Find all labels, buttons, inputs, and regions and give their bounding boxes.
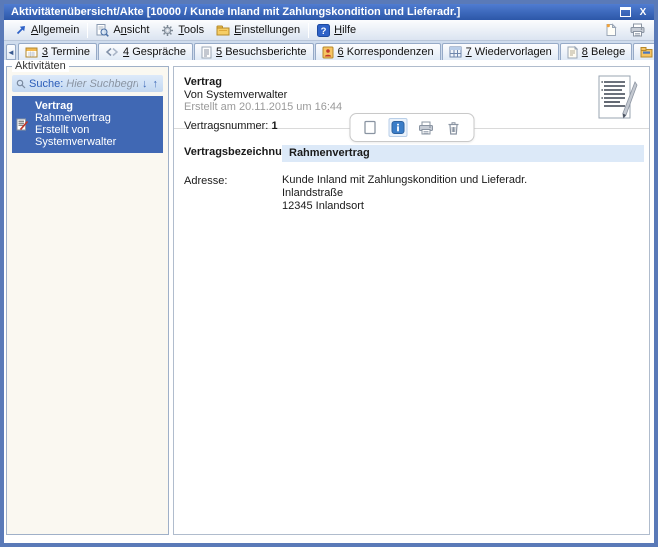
contract-created: Erstellt am 20.11.2015 um 16:44 <box>184 101 343 113</box>
receipt-icon <box>567 45 578 59</box>
activity-item-subtitle: Rahmenvertrag <box>35 112 111 124</box>
search-label: Suche: <box>29 77 64 90</box>
menu-bar-items: Allgemein Ansicht Tools Einstellungen? Hilfe <box>9 20 362 40</box>
close-icon: X <box>639 6 647 18</box>
activity-item-meta: Erstellt von Systemverwalter <box>35 124 117 148</box>
menu-item-label: Tools <box>178 24 205 36</box>
print-icon <box>418 121 433 135</box>
field-label: Vertragsbezeichnung: <box>184 146 299 158</box>
app-window: Aktivitätenübersicht/Akte [10000 / Kunde… <box>0 0 658 547</box>
search-prev-button[interactable]: ↑ <box>152 78 160 90</box>
tab-9-projekte[interactable]: 9 Projekte <box>633 43 654 60</box>
tab-bar: ◄ 3 Termine 4 Gespräche 5 Besuchsberichte 6… <box>4 41 654 60</box>
menu-item-label: Einstellungen <box>234 24 301 36</box>
field-row-vertragsbezeichnung: Vertragsbezeichnung: Rahmenvertrag <box>184 145 644 162</box>
menu-item-allgemein[interactable]: Allgemein <box>9 22 85 38</box>
field-value-line: Kunde Inland mit Zahlungskondition und L… <box>282 174 528 186</box>
arrow-ne-icon <box>15 24 27 36</box>
search-icon <box>16 79 26 89</box>
settings-folder-icon <box>216 24 230 36</box>
svg-text:?: ? <box>321 26 327 37</box>
tab-7-wiedervorlagen[interactable]: 7 Wiedervorlagen <box>441 43 559 60</box>
contract-author: Von Systemverwalter <box>184 89 288 101</box>
new-document-icon <box>605 23 617 37</box>
activity-item-text: Vertrag Rahmenvertrag Erstellt von Systemv… <box>35 100 159 148</box>
reminder-icon <box>449 46 462 58</box>
contract-icon <box>16 100 29 148</box>
info-button[interactable] <box>388 118 407 137</box>
view-icon <box>96 23 110 37</box>
window-title: Aktivitätenübersicht/Akte [10000 / Kunde… <box>11 6 461 18</box>
field-value-line: Inlandstraße <box>282 187 344 199</box>
title-bar: Aktivitätenübersicht/Akte [10000 / Kunde… <box>4 4 654 20</box>
search-placeholder: Hier Suchbegriff eingeben ... <box>66 77 138 90</box>
contract-detail-panel: Vertrag Von Systemverwalter Erstellt am … <box>173 66 650 535</box>
talk-icon <box>105 47 119 57</box>
activity-item-title: Vertrag <box>35 100 73 112</box>
tab-label: 7 Wiedervorlagen <box>465 46 552 58</box>
field-row-adresse: Adresse: Kunde Inland mit Zahlungskonditi… <box>184 174 644 213</box>
menu-bar: Allgemein Ansicht Tools Einstellungen? Hilfe <box>4 20 654 41</box>
calendar-icon <box>25 46 38 58</box>
menu-item-label: Hilfe <box>334 24 357 36</box>
tab-6-korrespondenzen[interactable]: 6 Korrespondenzen <box>314 43 441 60</box>
tab-label: 8 Belege <box>581 46 626 58</box>
menu-item-einstellungen[interactable]: Einstellungen <box>210 22 306 38</box>
search-next-button[interactable]: ↓ <box>141 78 149 90</box>
help-icon: ? <box>317 23 331 37</box>
tab-8-belege[interactable]: 8 Belege <box>559 43 633 60</box>
restore-window-button[interactable] <box>618 6 632 19</box>
tab-5-besuchsberichte[interactable]: 5 Besuchsberichte <box>194 43 314 60</box>
field-value: Kunde Inland mit Zahlungskondition und L… <box>282 174 644 213</box>
contract-document-icon <box>596 74 638 121</box>
close-window-button[interactable]: X <box>636 6 650 19</box>
menu-separator <box>308 22 310 38</box>
new-document-button[interactable] <box>360 118 379 137</box>
tab-label: 4 Gespräche <box>123 46 187 58</box>
tab-label: 3 Termine <box>41 46 91 58</box>
activity-list-item[interactable]: Vertrag Rahmenvertrag Erstellt von Systemv… <box>12 96 163 153</box>
search-input[interactable]: Suche: Hier Suchbegriff eingeben ... ↓ ↑ <box>12 75 163 92</box>
record-toolbar <box>349 113 474 142</box>
menu-bar-right-icons <box>602 22 649 39</box>
project-icon <box>640 46 653 58</box>
correspondence-icon <box>322 46 334 59</box>
menu-item-label: Allgemein <box>31 24 80 36</box>
sidebar-legend: Aktivitäten <box>12 60 69 72</box>
activities-sidebar: Aktivitäten Suche: Hier Suchbegriff eing… <box>6 60 169 535</box>
contract-number-label: Vertragsnummer: <box>184 120 269 132</box>
gear-icon <box>161 24 174 37</box>
menu-item-tools[interactable]: Tools <box>155 22 210 39</box>
menu-item-label: Ansicht <box>113 24 150 36</box>
tab-strip: 3 Termine 4 Gespräche 5 Besuchsberichte 6 K… <box>17 41 654 60</box>
restore-icon <box>619 7 631 17</box>
content-area: Aktivitäten Suche: Hier Suchbegriff eing… <box>4 60 654 543</box>
tabs-scroll-left-button[interactable]: ◄ <box>6 44 16 60</box>
activities-list: Vertrag Rahmenvertrag Erstellt von Systemv… <box>7 96 168 153</box>
tab-4-gespr-che[interactable]: 4 Gespräche <box>98 43 194 60</box>
tab-label: 5 Besuchsberichte <box>216 46 307 58</box>
contract-title: Vertrag <box>184 76 222 88</box>
new-document-button[interactable] <box>602 22 620 39</box>
tab-label: 6 Korrespondenzen <box>337 46 434 58</box>
delete-icon <box>448 121 460 135</box>
field-value-line: 12345 Inlandsort <box>282 200 364 212</box>
contract-number-value: 1 <box>271 120 278 132</box>
field-value: Rahmenvertrag <box>282 145 644 162</box>
print-button[interactable] <box>628 22 646 39</box>
tab-3-termine[interactable]: 3 Termine <box>17 43 98 60</box>
info-icon <box>391 121 404 134</box>
delete-button[interactable] <box>444 118 463 137</box>
doc-outline-icon <box>363 120 376 135</box>
menu-separator <box>87 22 89 38</box>
menu-item-ansicht[interactable]: Ansicht <box>90 22 155 39</box>
field-label: Adresse: <box>184 175 228 187</box>
menu-item-hilfe[interactable]: ? Hilfe <box>311 22 362 39</box>
report-icon <box>201 46 212 59</box>
print-icon <box>630 23 645 37</box>
print-button[interactable] <box>416 118 435 137</box>
